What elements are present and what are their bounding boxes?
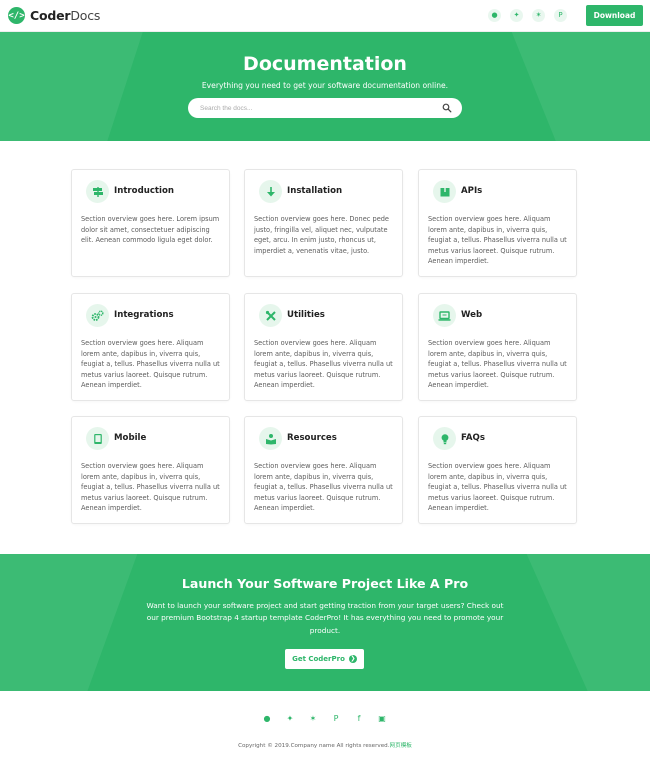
tools-icon [259,304,282,327]
doc-card-integrations[interactable]: Integrations Section overview goes here.… [71,293,230,401]
github-icon[interactable]: ● [488,9,501,22]
brand-name: CoderDocs [30,8,100,23]
brand-name-thin: Docs [70,8,101,23]
map-signs-icon [86,180,109,203]
card-title[interactable]: FAQs [461,433,485,443]
book-reader-icon [259,427,282,450]
card-title[interactable]: Utilities [287,310,325,320]
card-description: Section overview goes here. Donec pede j… [254,215,389,255]
card-description: Section overview goes here. Aliquam lore… [428,215,567,266]
doc-card-installation[interactable]: Installation Section overview goes here.… [244,169,403,277]
promo-title: Launch Your Software Project Like A Pro [181,576,469,591]
page-title: Documentation [243,53,407,75]
card-description: Section overview goes here. Aliquam lore… [254,339,393,390]
cta-decor-shape [522,554,650,691]
card-title[interactable]: Resources [287,433,337,443]
copyright-text: Copyright © 2019.Company name All rights… [0,741,650,749]
card-description: Section overview goes here. Aliquam lore… [81,462,220,513]
product-hunt-icon[interactable]: P [554,9,567,22]
doc-card-introduction[interactable]: Introduction Section overview goes here.… [71,169,230,277]
slack-icon[interactable]: ✶ [308,714,318,724]
tablet-icon [86,427,109,450]
copyright-label: Copyright © 2019.Company name All rights… [238,743,390,749]
top-navbar: </> CoderDocs ● ✦ ✶ P Download [0,0,650,32]
doc-card-apis[interactable]: APIs Section overview goes here. Aliquam… [418,169,577,277]
search-icon[interactable] [442,103,452,113]
promo-text: Want to launch your software project and… [146,601,504,635]
doc-card-mobile[interactable]: Mobile Section overview goes here. Aliqu… [71,416,230,524]
card-title[interactable]: Web [461,310,482,320]
download-button[interactable]: Download [586,5,643,26]
page-subtitle: Everything you need to get your software… [201,81,449,90]
lightbulb-icon [433,427,456,450]
card-title[interactable]: APIs [461,186,482,196]
instagram-icon[interactable]: ▣ [377,714,387,724]
card-description: Section overview goes here. Aliquam lore… [428,462,567,513]
search-box [188,98,462,118]
brand-name-bold: Coder [30,8,71,23]
code-icon: </> [8,7,25,24]
arrow-down-icon [259,180,282,203]
cogs-icon [86,304,109,327]
doc-card-resources[interactable]: Resources Section overview goes here. Al… [244,416,403,524]
box-icon [433,180,456,203]
card-title[interactable]: Installation [287,186,342,196]
card-description: Section overview goes here. Aliquam lore… [428,339,567,390]
card-description: Section overview goes here. Aliquam lore… [254,462,393,513]
card-title[interactable]: Integrations [114,310,174,320]
laptop-code-icon [433,304,456,327]
card-title[interactable]: Mobile [114,433,146,443]
slack-icon[interactable]: ✶ [532,9,545,22]
get-coderpro-label: Get CoderPro [292,655,345,663]
product-hunt-icon[interactable]: P [331,714,341,724]
twitter-icon[interactable]: ✦ [510,9,523,22]
site-logo[interactable]: </> CoderDocs [8,7,100,24]
doc-card-web[interactable]: Web Section overview goes here. Aliquam … [418,293,577,401]
card-title[interactable]: Introduction [114,186,174,196]
card-description: Section overview goes here. Aliquam lore… [81,339,220,390]
cta-decor-shape [0,554,145,691]
footer-social-links: ● ✦ ✶ P f ▣ [262,714,400,724]
search-input[interactable] [200,98,430,118]
promo-section: Launch Your Software Project Like A Pro … [0,554,650,691]
credit-link[interactable]: 网页模板 [390,743,412,749]
get-coderpro-button[interactable]: Get CoderPro ❯ [285,649,364,669]
doc-card-utilities[interactable]: Utilities Section overview goes here. Al… [244,293,403,401]
facebook-icon[interactable]: f [354,714,364,724]
arrow-right-icon: ❯ [348,655,357,663]
doc-card-faqs[interactable]: FAQs Section overview goes here. Aliquam… [418,416,577,524]
twitter-icon[interactable]: ✦ [285,714,295,724]
hero-section: Documentation Everything you need to get… [0,32,650,141]
github-icon[interactable]: ● [262,714,272,724]
card-description: Section overview goes here. Lorem ipsum … [81,215,220,245]
header-social-links: ● ✦ ✶ P [488,9,576,22]
